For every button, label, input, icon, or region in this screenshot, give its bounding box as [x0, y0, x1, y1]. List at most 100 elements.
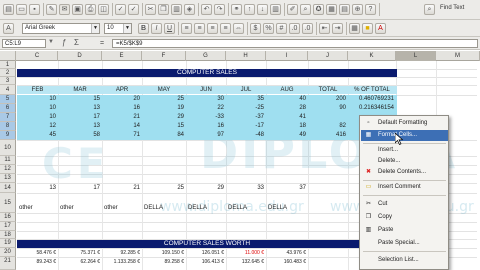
- table-cell[interactable]: 97: [186, 131, 226, 139]
- copy-toolbar-icon[interactable]: ❐: [158, 4, 169, 15]
- header-cell[interactable]: TOTAL: [308, 86, 348, 94]
- font-name-dropdown[interactable]: Arial Greek ▼: [22, 23, 100, 34]
- find-toolbar-icon[interactable]: ⌕: [424, 4, 435, 15]
- table-cell[interactable]: 15: [58, 95, 102, 103]
- row-header[interactable]: 20: [0, 248, 16, 257]
- table-cell[interactable]: 37: [266, 184, 308, 192]
- justify-icon[interactable]: ≡: [220, 23, 231, 34]
- currency-icon[interactable]: $: [250, 23, 261, 34]
- row-header[interactable]: 4: [0, 85, 16, 95]
- styles-icon[interactable]: A: [3, 23, 14, 34]
- table-cell[interactable]: 0.460769231: [348, 95, 396, 103]
- table-cell[interactable]: 82: [308, 122, 348, 130]
- table-cell[interactable]: 10: [17, 113, 58, 121]
- background-color-icon[interactable]: ■: [362, 23, 373, 34]
- redo-icon[interactable]: ↷: [214, 4, 225, 15]
- table-cell[interactable]: 22: [186, 104, 226, 112]
- function-wizard-icon[interactable]: ƒ: [62, 38, 66, 47]
- table-cell[interactable]: 58: [58, 131, 102, 139]
- table-cell[interactable]: 21: [102, 184, 142, 192]
- open-folder-icon[interactable]: ▭: [16, 4, 27, 15]
- column-header[interactable]: M: [436, 51, 480, 61]
- row-header[interactable]: 3: [0, 77, 16, 85]
- header-cell[interactable]: % OF TOTAL: [348, 86, 396, 94]
- row-header[interactable]: 11: [0, 156, 16, 165]
- computer-sales-title[interactable]: COMPUTER SALES: [17, 69, 397, 77]
- row-header[interactable]: 7: [0, 113, 16, 122]
- menu-item-delete[interactable]: Delete...: [361, 156, 448, 167]
- decrease-indent-icon[interactable]: ⇤: [319, 23, 330, 34]
- table-cell[interactable]: 200: [308, 95, 348, 103]
- header-cell[interactable]: JUL: [226, 86, 266, 94]
- underline-icon[interactable]: U: [164, 23, 175, 34]
- row-header[interactable]: 1: [0, 61, 16, 69]
- table-cell[interactable]: 41: [266, 113, 308, 121]
- table-cell[interactable]: 25: [142, 95, 186, 103]
- row-header[interactable]: 6: [0, 104, 16, 113]
- table-cell[interactable]: 19: [142, 104, 186, 112]
- table-cell[interactable]: 29: [142, 113, 186, 121]
- find-text-label[interactable]: Find Text: [440, 5, 464, 11]
- table-cell[interactable]: 62.264 €: [58, 258, 102, 266]
- column-header[interactable]: H: [226, 51, 266, 61]
- table-cell[interactable]: 84: [142, 131, 186, 139]
- row-header[interactable]: 13: [0, 174, 16, 183]
- bold-icon[interactable]: B: [138, 23, 149, 34]
- column-header[interactable]: F: [142, 51, 186, 61]
- name-box[interactable]: C5:L9: [2, 39, 46, 48]
- cut-icon[interactable]: ✂: [145, 4, 156, 15]
- column-header[interactable]: I: [266, 51, 308, 61]
- table-cell[interactable]: DELLA: [266, 204, 308, 212]
- column-header[interactable]: E: [102, 51, 142, 61]
- table-cell[interactable]: 132.645 €: [226, 258, 266, 266]
- chevron-down-icon[interactable]: ▼: [48, 39, 54, 45]
- table-cell[interactable]: 12: [17, 122, 58, 130]
- navigator-icon[interactable]: ✪: [313, 4, 324, 15]
- table-cell[interactable]: -37: [226, 113, 266, 121]
- table-cell[interactable]: 89.243 €: [17, 258, 58, 266]
- table-cell[interactable]: 16: [102, 104, 142, 112]
- table-cell[interactable]: 75.371 €: [58, 249, 102, 257]
- row-header[interactable]: 5: [0, 95, 16, 104]
- column-header[interactable]: D: [58, 51, 102, 61]
- spellcheck-icon[interactable]: ✓: [115, 4, 126, 15]
- menu-item-format-cells[interactable]: ▦ Format Cells...: [361, 130, 448, 141]
- table-cell[interactable]: 109.150 €: [142, 249, 186, 257]
- formula-input[interactable]: =K5/$K$9: [112, 39, 478, 48]
- help-icon[interactable]: ?: [365, 4, 376, 15]
- row-header[interactable]: 14: [0, 183, 16, 193]
- table-cell[interactable]: 25: [142, 184, 186, 192]
- email-icon[interactable]: ✉: [59, 4, 70, 15]
- menu-item-insert-comment[interactable]: ▭ Insert Comment: [361, 182, 448, 193]
- align-right-icon[interactable]: ≡: [207, 23, 218, 34]
- table-cell[interactable]: DELLA: [186, 204, 226, 212]
- table-cell[interactable]: other: [58, 204, 102, 212]
- table-cell[interactable]: DELLA: [226, 204, 266, 212]
- italic-icon[interactable]: I: [151, 23, 162, 34]
- print-icon[interactable]: ⎙: [85, 4, 96, 15]
- computer-sales-worth-title[interactable]: COMPUTER SALES WORTH: [17, 240, 397, 248]
- table-cell[interactable]: -48: [226, 131, 266, 139]
- clone-formatting-icon[interactable]: ◈: [184, 4, 195, 15]
- row-header[interactable]: 2: [0, 69, 16, 77]
- chart-icon[interactable]: ▥: [270, 4, 281, 15]
- sum-icon[interactable]: Σ: [74, 38, 79, 47]
- table-cell[interactable]: 58.476 €: [17, 249, 58, 257]
- save-icon[interactable]: ▪: [29, 4, 40, 15]
- header-cell[interactable]: MAR: [58, 86, 102, 94]
- table-cell[interactable]: 20: [102, 95, 142, 103]
- table-cell[interactable]: DELLA: [142, 204, 186, 212]
- column-header[interactable]: K: [348, 51, 396, 61]
- increase-indent-icon[interactable]: ⇥: [332, 23, 343, 34]
- column-header[interactable]: C: [17, 51, 58, 61]
- row-header[interactable]: 19: [0, 239, 16, 248]
- gallery-icon[interactable]: ▦: [326, 4, 337, 15]
- add-decimal-icon[interactable]: .0: [289, 23, 300, 34]
- table-cell[interactable]: 35: [226, 95, 266, 103]
- row-header[interactable]: 16: [0, 213, 16, 222]
- table-cell[interactable]: 17: [58, 184, 102, 192]
- row-header[interactable]: 21: [0, 257, 16, 270]
- sort-ascending-icon[interactable]: ↑: [244, 4, 255, 15]
- table-cell[interactable]: 0.216346154: [348, 104, 396, 112]
- equals-icon[interactable]: =: [100, 39, 104, 48]
